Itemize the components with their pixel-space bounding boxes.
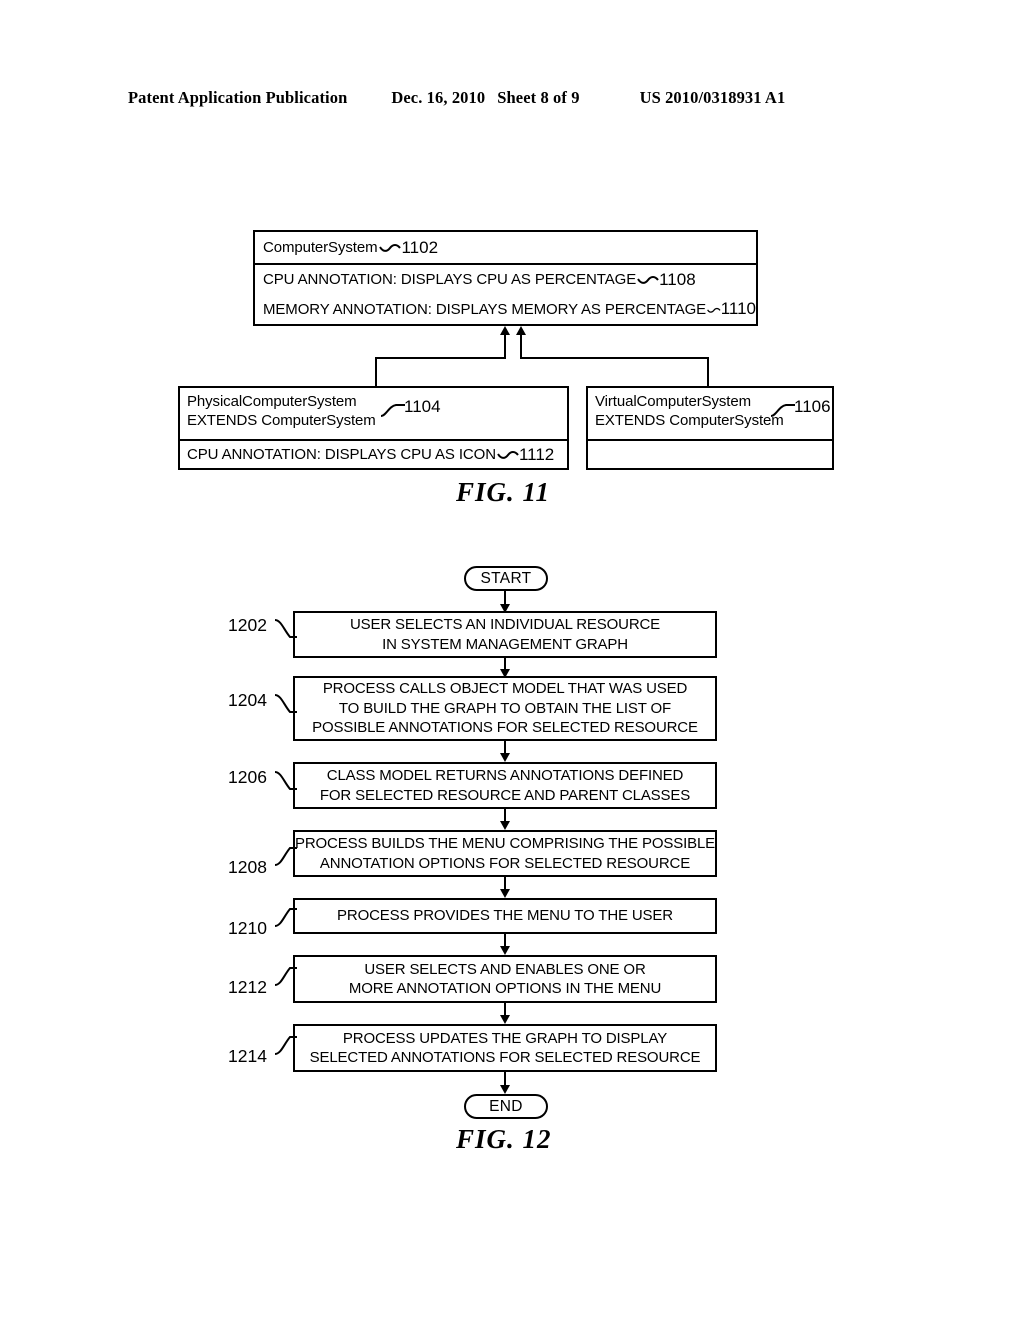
flow-step-1208: PROCESS BUILDS THE MENU COMPRISING THE P…: [293, 830, 717, 877]
uml-class-physicalcomputersystem-title-line2: EXTENDS ComputerSystem: [187, 412, 376, 429]
flow-start-terminator: START: [464, 566, 548, 591]
flow-start-label: START: [480, 569, 532, 587]
flow-step-1202-line2: IN SYSTEM MANAGEMENT GRAPH: [382, 635, 628, 653]
uml-class-computersystem-title-row: ComputerSystem 1102: [255, 232, 756, 263]
flow-step-1206: CLASS MODEL RETURNS ANNOTATIONS DEFINED …: [293, 762, 717, 809]
leader-hook-up-icon: [274, 908, 297, 927]
header-sheet-label: Sheet 8 of 9: [497, 88, 580, 107]
leader-hook-down-icon: [274, 771, 297, 790]
flow-arrow-1210-1212: [500, 946, 510, 955]
header-patent-number: US 2010/0318931 A1: [639, 88, 786, 107]
flow-ref-1204: 1204: [228, 690, 267, 710]
leader-squiggle-icon: [497, 451, 519, 459]
connector-right-horizontal: [520, 357, 709, 359]
flow-step-1202-line1: USER SELECTS AN INDIVIDUAL RESOURCE: [349, 616, 661, 633]
flow-step-1214: PROCESS UPDATES THE GRAPH TO DISPLAY SEL…: [293, 1024, 717, 1072]
uml-annotation-memory-percentage-text: MEMORY ANNOTATION: DISPLAYS MEMORY AS PE…: [263, 300, 707, 318]
flow-arrow-1214-end: [500, 1085, 510, 1094]
flow-arrow-1212-1214: [500, 1015, 510, 1024]
leader-hook-up-icon: [274, 967, 297, 986]
header-date-label: Dec. 16, 2010: [391, 88, 486, 107]
connector-left-stem: [504, 335, 506, 359]
flow-arrow-1204-1206: [500, 753, 510, 762]
flow-step-1204: PROCESS CALLS OBJECT MODEL THAT WAS USED…: [293, 676, 717, 741]
flow-step-1212: USER SELECTS AND ENABLES ONE OR MORE ANN…: [293, 955, 717, 1003]
ref-numeral-1112: 1112: [518, 444, 555, 464]
uml-class-computersystem: ComputerSystem 1102 CPU ANNOTATION: DISP…: [253, 230, 758, 326]
uml-class-virtualcomputersystem-title-row: VirtualComputerSystem 1106 EXTENDS Compu…: [588, 388, 832, 439]
ref-numeral-1102: 1102: [401, 237, 439, 257]
uml-annotation-row-cpu-icon: CPU ANNOTATION: DISPLAYS CPU AS ICON 111…: [180, 439, 567, 468]
connector-left-drop: [375, 357, 377, 386]
ref-numeral-1110: 1110: [720, 299, 756, 318]
flow-ref-1212: 1212: [228, 977, 267, 997]
leader-hook-up-icon: [274, 1036, 297, 1055]
ref-numeral-1106: 1106: [794, 397, 831, 416]
uml-class-physicalcomputersystem-title-line1: PhysicalComputerSystem: [187, 393, 357, 410]
flow-step-1202: USER SELECTS AN INDIVIDUAL RESOURCE IN S…: [293, 611, 717, 658]
leader-squiggle-icon: [379, 244, 402, 252]
uml-class-physicalcomputersystem: PhysicalComputerSystem 1104 EXTENDS Comp…: [178, 386, 569, 470]
connector-right-stem: [520, 335, 522, 359]
flow-ref-1214: 1214: [228, 1046, 267, 1066]
uml-class-computersystem-title: ComputerSystem: [263, 239, 378, 256]
uml-annotation-row-empty: [588, 439, 832, 468]
leader-hook-down-icon: [274, 619, 297, 638]
flow-step-1204-line1: PROCESS CALLS OBJECT MODEL THAT WAS USED: [322, 680, 688, 698]
figure-11-caption: FIG. 11: [456, 477, 551, 507]
figure-12-caption: FIG. 12: [456, 1124, 552, 1154]
flow-step-1204-line3: POSSIBLE ANNOTATIONS FOR SELECTED RESOUR…: [312, 719, 698, 737]
flow-ref-1210: 1210: [228, 918, 267, 938]
uml-class-virtualcomputersystem-title-line2: EXTENDS ComputerSystem: [595, 412, 784, 429]
flow-step-1212-line1: USER SELECTS AND ENABLES ONE OR: [364, 960, 646, 978]
uml-annotation-cpu-icon-text: CPU ANNOTATION: DISPLAYS CPU AS ICON: [187, 446, 496, 463]
leader-squiggle-icon: [707, 307, 721, 313]
flow-step-1208-line2: ANNOTATION OPTIONS FOR SELECTED RESOURCE: [319, 854, 691, 872]
flow-step-1214-line1: PROCESS UPDATES THE GRAPH TO DISPLAY: [342, 1029, 668, 1047]
flow-end-label: END: [489, 1097, 523, 1115]
flow-step-1212-line2: MORE ANNOTATION OPTIONS IN THE MENU: [348, 980, 662, 997]
uml-class-virtualcomputersystem: VirtualComputerSystem 1106 EXTENDS Compu…: [586, 386, 834, 470]
ref-numeral-1104: 1104: [404, 397, 441, 416]
flow-step-1210: PROCESS PROVIDES THE MENU TO THE USER: [293, 898, 717, 934]
ref-numeral-1108: 1108: [659, 269, 696, 289]
flow-step-1214-line2: SELECTED ANNOTATIONS FOR SELECTED RESOUR…: [309, 1049, 701, 1066]
flow-step-1204-line2: TO BUILD THE GRAPH TO OBTAIN THE LIST OF: [338, 699, 672, 717]
flow-ref-1208: 1208: [228, 857, 267, 877]
inheritance-arrow-right: [516, 326, 526, 335]
uml-class-physicalcomputersystem-title-row: PhysicalComputerSystem 1104 EXTENDS Comp…: [180, 388, 567, 439]
uml-annotation-cpu-percentage-text: CPU ANNOTATION: DISPLAYS CPU AS PERCENTA…: [263, 271, 637, 288]
header-publication-label: Patent Application Publication: [128, 88, 348, 107]
uml-annotation-row-memory-percentage: MEMORY ANNOTATION: DISPLAYS MEMORY AS PE…: [255, 294, 756, 324]
flow-ref-1206: 1206: [228, 767, 267, 787]
page-header: Patent Application Publication Dec. 16, …: [128, 88, 896, 112]
flow-arrow-1206-1208: [500, 821, 510, 830]
uml-class-virtualcomputersystem-title-line1: VirtualComputerSystem: [595, 393, 752, 410]
leader-diagonal-icon: [380, 404, 405, 417]
connector-left-horizontal: [375, 357, 506, 359]
connector-right-drop: [707, 357, 709, 386]
flow-arrow-1208-1210: [500, 889, 510, 898]
leader-hook-up-icon: [274, 847, 297, 866]
flow-end-terminator: END: [464, 1094, 548, 1119]
leader-hook-down-icon: [274, 694, 297, 713]
leader-squiggle-icon: [637, 276, 659, 284]
uml-annotation-row-cpu-percentage: CPU ANNOTATION: DISPLAYS CPU AS PERCENTA…: [255, 263, 756, 294]
flow-ref-1202: 1202: [228, 615, 267, 635]
flow-step-1206-line1: CLASS MODEL RETURNS ANNOTATIONS DEFINED: [326, 767, 684, 784]
flow-step-1210-line1: PROCESS PROVIDES THE MENU TO THE USER: [337, 907, 673, 925]
inheritance-arrow-left: [500, 326, 510, 335]
flow-step-1206-line2: FOR SELECTED RESOURCE AND PARENT CLASSES: [319, 786, 691, 804]
flow-step-1208-line1: PROCESS BUILDS THE MENU COMPRISING THE P…: [295, 835, 715, 852]
